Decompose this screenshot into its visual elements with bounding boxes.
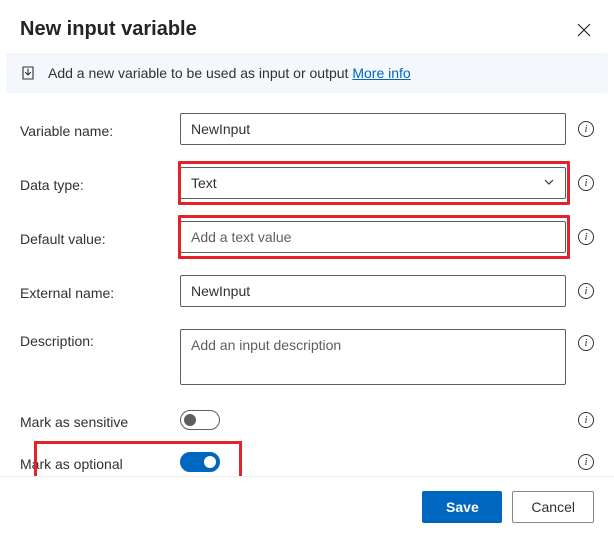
mark-optional-toggle[interactable] [180,452,220,472]
close-button[interactable] [574,20,594,40]
row-default-value: Default value: i [20,221,594,253]
info-icon[interactable]: i [578,454,594,470]
row-external-name: External name: i [20,275,594,307]
label-default-value: Default value: [20,227,180,247]
row-mark-optional: Mark as optional i [20,452,594,472]
label-data-type: Data type: [20,173,180,193]
data-type-value: Text [191,175,217,191]
variable-name-input[interactable] [180,113,566,145]
info-icon[interactable]: i [578,229,594,245]
toggle-knob [204,456,216,468]
banner-text: Add a new variable to be used as input o… [48,65,411,81]
label-mark-sensitive: Mark as sensitive [20,410,180,430]
row-variable-name: Variable name: i [20,113,594,145]
label-mark-optional: Mark as optional [20,452,180,472]
row-mark-sensitive: Mark as sensitive i [20,410,594,430]
row-description: Description: i [20,329,594,388]
info-icon[interactable]: i [578,335,594,351]
label-variable-name: Variable name: [20,119,180,139]
label-description: Description: [20,329,180,349]
more-info-link[interactable]: More info [352,65,410,81]
info-icon[interactable]: i [578,175,594,191]
cancel-button[interactable]: Cancel [512,491,594,523]
chevron-down-icon [543,175,555,191]
mark-sensitive-toggle[interactable] [180,410,220,430]
data-type-select[interactable]: Text [180,167,566,199]
info-banner: Add a new variable to be used as input o… [6,53,608,93]
info-icon[interactable]: i [578,412,594,428]
description-input[interactable] [180,329,566,385]
dialog-footer: Save Cancel [0,476,614,537]
new-input-variable-dialog: New input variable Add a new variable to… [0,0,614,537]
toggle-knob [184,414,196,426]
close-icon [577,23,591,37]
info-icon[interactable]: i [578,121,594,137]
label-external-name: External name: [20,281,180,301]
info-icon[interactable]: i [578,283,594,299]
row-data-type: Data type: Text i [20,167,594,199]
default-value-input[interactable] [180,221,566,253]
save-button[interactable]: Save [422,491,502,523]
dialog-title: New input variable [20,18,197,41]
external-name-input[interactable] [180,275,566,307]
dialog-header: New input variable [0,0,614,53]
banner-message: Add a new variable to be used as input o… [48,65,352,81]
download-import-icon [20,65,36,81]
form: Variable name: i Data type: Text i Defau… [0,93,614,472]
